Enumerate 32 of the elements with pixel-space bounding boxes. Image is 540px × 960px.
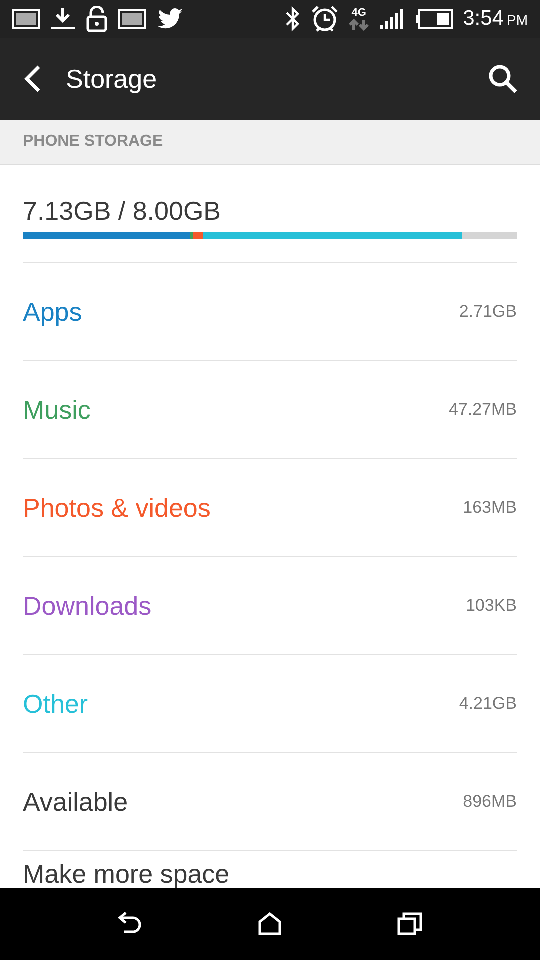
home-icon[interactable] [258, 912, 282, 936]
category-label[interactable]: Available [23, 786, 128, 816]
search-icon[interactable] [488, 64, 518, 94]
image-icon [12, 9, 40, 29]
category-size: 163MB [463, 496, 517, 519]
category-size: 47.27MB [448, 398, 517, 421]
data-arrows-icon [349, 18, 370, 30]
bluetooth-icon [285, 6, 302, 32]
image-icon [118, 9, 146, 29]
screen-title: Storage [66, 62, 158, 96]
category-label[interactable]: Photos & videos [23, 492, 211, 522]
back-icon[interactable] [117, 912, 144, 936]
download-icon [50, 7, 76, 31]
bird-icon [156, 7, 184, 31]
unlock-icon [86, 6, 108, 32]
storage-total: 7.13GB / 8.00GB [23, 198, 222, 224]
category-label[interactable]: Music [23, 394, 91, 424]
clock-time: 3:54 [463, 6, 504, 32]
category-label[interactable]: Other [23, 688, 88, 718]
category-size: 896MB [463, 790, 517, 813]
category-size: 4.21GB [459, 692, 517, 715]
signal-icon [379, 8, 406, 30]
network-type-label: 4G [352, 8, 366, 18]
section-title: PHONE STORAGE [23, 132, 164, 152]
category-size: 2.71GB [459, 300, 517, 323]
alarm-clock-icon [311, 5, 340, 33]
battery-icon [415, 9, 454, 29]
category-label[interactable]: Apps [23, 296, 82, 326]
recent-apps-icon[interactable] [396, 912, 423, 936]
category-size: 103KB [466, 594, 517, 617]
category-label[interactable]: Downloads [23, 590, 152, 620]
clock-period: PM [507, 11, 528, 30]
